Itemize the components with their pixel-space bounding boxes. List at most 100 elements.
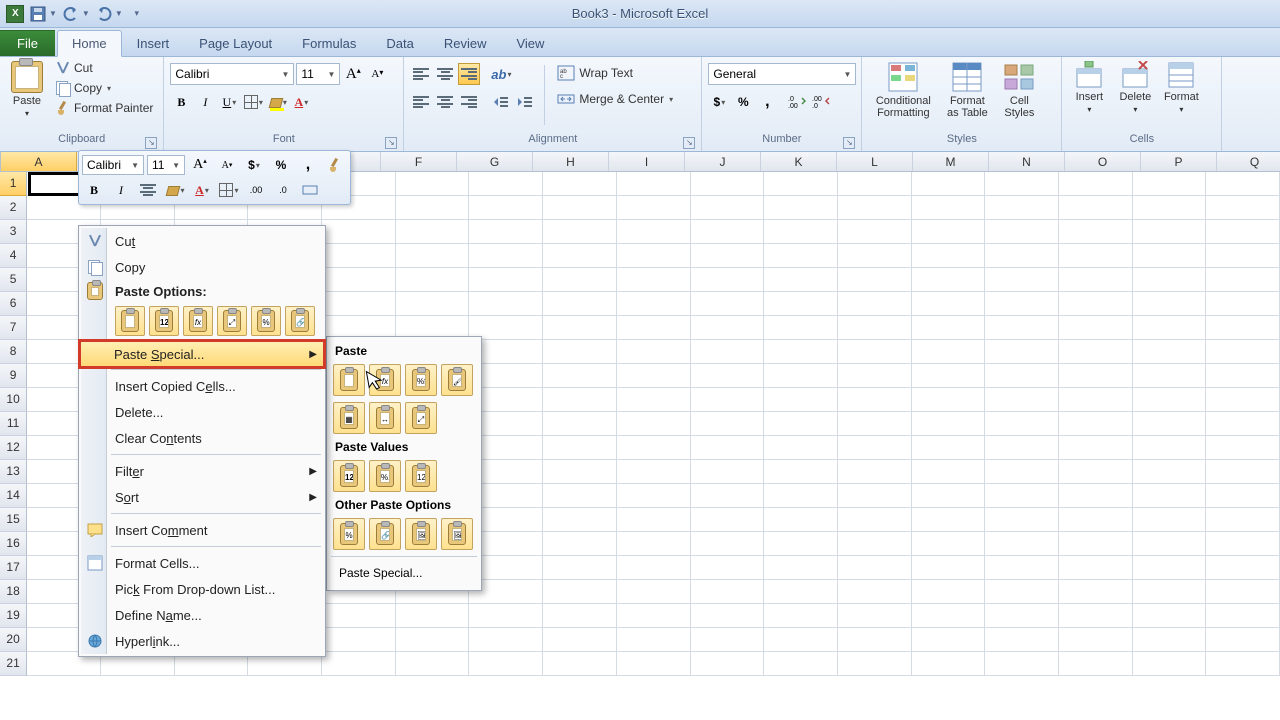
ctx-paste-special[interactable]: Paste Special...▶ bbox=[80, 341, 324, 367]
borders-button[interactable]: ▾ bbox=[242, 91, 264, 113]
cell[interactable] bbox=[617, 532, 691, 556]
cell[interactable] bbox=[617, 172, 691, 196]
cell[interactable] bbox=[912, 268, 986, 292]
cell[interactable] bbox=[985, 220, 1059, 244]
cell[interactable] bbox=[543, 628, 617, 652]
bold-button[interactable]: B bbox=[170, 91, 192, 113]
cell[interactable] bbox=[617, 604, 691, 628]
tab-insert[interactable]: Insert bbox=[122, 30, 185, 56]
cell[interactable] bbox=[764, 436, 838, 460]
merge-center-button[interactable]: Merge & Center ▾ bbox=[553, 89, 677, 109]
cell[interactable] bbox=[691, 532, 765, 556]
cell[interactable] bbox=[617, 316, 691, 340]
row-header-7[interactable]: 7 bbox=[0, 316, 27, 340]
cell[interactable] bbox=[691, 436, 765, 460]
number-launcher[interactable]: ↘ bbox=[843, 137, 855, 149]
cell[interactable] bbox=[543, 388, 617, 412]
column-header-K[interactable]: K bbox=[761, 152, 837, 171]
cell[interactable] bbox=[985, 340, 1059, 364]
mini-italic[interactable]: I bbox=[109, 179, 133, 201]
cell[interactable] bbox=[1133, 292, 1207, 316]
cell[interactable] bbox=[764, 508, 838, 532]
cell[interactable] bbox=[838, 652, 912, 676]
cell[interactable] bbox=[912, 220, 986, 244]
cell[interactable] bbox=[543, 244, 617, 268]
cell[interactable] bbox=[1206, 412, 1280, 436]
align-top-button[interactable] bbox=[410, 63, 432, 85]
cell[interactable] bbox=[1059, 388, 1133, 412]
cell[interactable] bbox=[912, 412, 986, 436]
cell[interactable] bbox=[543, 292, 617, 316]
number-format-combo[interactable]: General▼ bbox=[708, 63, 856, 85]
cell[interactable] bbox=[396, 172, 470, 196]
cell[interactable] bbox=[985, 556, 1059, 580]
cell[interactable] bbox=[691, 316, 765, 340]
cell[interactable] bbox=[912, 532, 986, 556]
cell[interactable] bbox=[617, 220, 691, 244]
cell[interactable] bbox=[1133, 628, 1207, 652]
cell[interactable] bbox=[838, 340, 912, 364]
tab-view[interactable]: View bbox=[501, 30, 559, 56]
cell[interactable] bbox=[1133, 340, 1207, 364]
paste-option-link[interactable]: 🔗 bbox=[285, 306, 315, 336]
cell[interactable] bbox=[396, 244, 470, 268]
sub-paste-special-item[interactable]: Paste Special... bbox=[331, 560, 477, 586]
cell[interactable] bbox=[764, 604, 838, 628]
cell[interactable] bbox=[691, 292, 765, 316]
cell[interactable] bbox=[912, 340, 986, 364]
cell[interactable] bbox=[838, 172, 912, 196]
cell[interactable] bbox=[764, 364, 838, 388]
cell[interactable] bbox=[764, 532, 838, 556]
cell[interactable] bbox=[617, 364, 691, 388]
mini-dec-decimal[interactable]: .0 bbox=[271, 179, 295, 201]
cell[interactable] bbox=[838, 508, 912, 532]
tab-data[interactable]: Data bbox=[371, 30, 428, 56]
cell[interactable] bbox=[764, 244, 838, 268]
ctx-delete[interactable]: Delete... bbox=[81, 399, 323, 425]
cell[interactable] bbox=[1133, 388, 1207, 412]
cell[interactable] bbox=[543, 556, 617, 580]
cut-button[interactable]: Cut bbox=[52, 59, 157, 77]
cell[interactable] bbox=[617, 556, 691, 580]
qat-undo-button[interactable] bbox=[61, 4, 81, 24]
cell[interactable] bbox=[1133, 556, 1207, 580]
cell[interactable] bbox=[1059, 364, 1133, 388]
cell[interactable] bbox=[617, 436, 691, 460]
cell[interactable] bbox=[764, 316, 838, 340]
cell[interactable] bbox=[912, 556, 986, 580]
row-header-9[interactable]: 9 bbox=[0, 364, 27, 388]
cell[interactable] bbox=[1059, 196, 1133, 220]
ctx-filter[interactable]: Filter▶ bbox=[81, 458, 323, 484]
format-as-table-button[interactable]: Format as Table bbox=[942, 59, 992, 121]
ctx-copy[interactable]: Copy bbox=[81, 254, 323, 280]
cell[interactable] bbox=[912, 652, 986, 676]
cell[interactable] bbox=[985, 532, 1059, 556]
paste-option-formulas[interactable]: fx bbox=[183, 306, 213, 336]
cell[interactable] bbox=[985, 628, 1059, 652]
cell[interactable] bbox=[396, 604, 470, 628]
cell[interactable] bbox=[838, 196, 912, 220]
mini-borders[interactable]: ▾ bbox=[217, 179, 241, 201]
copy-button[interactable]: Copy ▾ bbox=[52, 79, 157, 97]
cell[interactable] bbox=[1133, 172, 1207, 196]
cell[interactable] bbox=[1206, 460, 1280, 484]
cell[interactable] bbox=[469, 244, 543, 268]
cell[interactable] bbox=[912, 388, 986, 412]
cell[interactable] bbox=[396, 220, 470, 244]
cell[interactable] bbox=[838, 436, 912, 460]
cell[interactable] bbox=[1059, 652, 1133, 676]
cell[interactable] bbox=[985, 268, 1059, 292]
cell[interactable] bbox=[691, 388, 765, 412]
tab-page-layout[interactable]: Page Layout bbox=[184, 30, 287, 56]
sub-values-numfmt[interactable]: %12 bbox=[369, 460, 401, 492]
cell[interactable] bbox=[396, 196, 470, 220]
format-cells-button[interactable]: Format▾ bbox=[1160, 59, 1202, 117]
sub-formulas-numfmt[interactable]: %fx bbox=[405, 364, 437, 396]
cell[interactable] bbox=[1133, 652, 1207, 676]
cell[interactable] bbox=[1206, 172, 1280, 196]
cell[interactable] bbox=[764, 196, 838, 220]
cell[interactable] bbox=[912, 364, 986, 388]
row-header-17[interactable]: 17 bbox=[0, 556, 27, 580]
cell[interactable] bbox=[1059, 556, 1133, 580]
insert-cells-button[interactable]: Insert▾ bbox=[1068, 59, 1110, 117]
